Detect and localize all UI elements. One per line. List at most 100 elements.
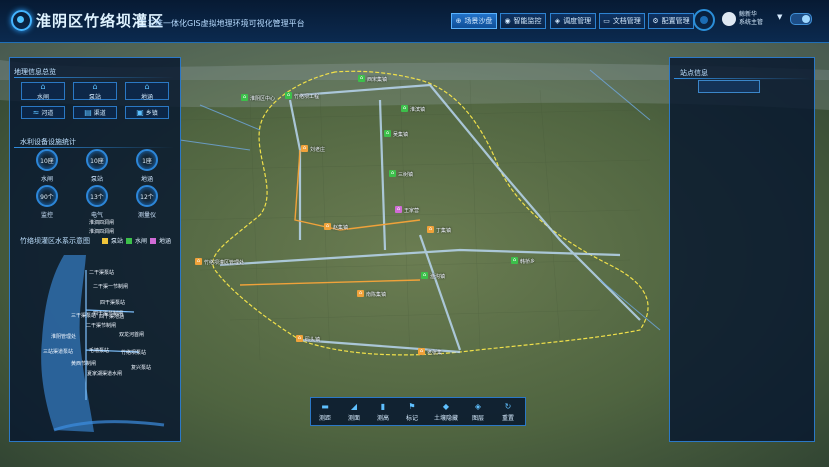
station-info-box — [698, 80, 760, 93]
schematic-station-label[interactable]: 淮泗四洞闸 — [89, 219, 114, 226]
legend-swatch — [126, 237, 133, 244]
legend-swatch — [102, 237, 108, 244]
schematic-station-label[interactable]: 二干渠泵站 — [89, 269, 114, 276]
schematic-diagram — [41, 255, 165, 432]
tool-measure-distance[interactable]: ▬ 测距 — [315, 402, 335, 422]
map-marker-pin[interactable]: ⌂ — [195, 258, 202, 265]
right-panel: 站点信息 — [669, 57, 815, 442]
schematic-station-label[interactable]: 夏家湖渠道水闸 — [87, 370, 122, 377]
schematic-station-label[interactable]: 双龙河首闸 — [119, 331, 144, 338]
map-marker-pin[interactable]: ⌂ — [421, 272, 428, 279]
tool-mark[interactable]: ⚑ 标记 — [402, 402, 422, 422]
eye-icon: ◆ — [442, 402, 450, 411]
schematic-station-label[interactable]: 黄西节制闸 — [71, 360, 96, 367]
tool-soil-hide[interactable]: ◆ 土壤隐藏 — [433, 402, 459, 422]
map-marker-pin[interactable]: ⌂ — [358, 75, 365, 82]
map-marker-pin[interactable]: ⌂ — [511, 257, 518, 264]
theme-toggle[interactable] — [790, 13, 812, 25]
schematic-station-label[interactable]: 三干渠泵站 — [71, 312, 96, 319]
divider — [674, 78, 810, 79]
map-label[interactable]: 竹络坝工程 — [294, 93, 319, 100]
map-marker-pin[interactable]: ⌂ — [296, 335, 303, 342]
app-subtitle: 二三维一体化GIS虚拟地理环境可视化管理平台 — [139, 19, 305, 28]
schedule-icon: ◈ — [554, 17, 561, 25]
schematic-station-label[interactable]: 二干渠节制闸 — [86, 322, 116, 329]
category-culvert[interactable]: ⌂ 地涵 — [125, 82, 169, 101]
map-label[interactable]: 渔沟镇 — [430, 273, 445, 280]
map-label[interactable]: 刘老庄 — [310, 146, 325, 153]
nav-dispatch[interactable]: ◈ 调度管理 — [550, 13, 596, 29]
pump-icon: ⌂ — [92, 81, 98, 91]
tool-layers[interactable]: ◈ 图层 — [468, 402, 488, 422]
map-label[interactable]: 淮阴区中心 — [250, 95, 275, 102]
avatar[interactable] — [722, 12, 736, 26]
compass-icon[interactable] — [693, 9, 715, 31]
map-marker-pin[interactable]: ⌂ — [324, 223, 331, 230]
map-label[interactable]: 老张集 — [427, 349, 442, 356]
nav-documents[interactable]: ▭ 文档管理 — [599, 13, 645, 29]
map-marker-pin[interactable]: ⌂ — [285, 92, 292, 99]
nav-scene-sandbox[interactable]: ⊕ 场景沙盘 — [451, 13, 497, 29]
stat-circle: 10座 — [36, 149, 58, 171]
map-label[interactable]: 吴集镇 — [393, 131, 408, 138]
schematic-station-label[interactable]: 淮泗四洞闸 — [89, 228, 114, 235]
schematic-station-label[interactable]: 淮阴管理处 — [51, 333, 76, 340]
schematic-station-label[interactable]: 四干渠地涵 — [99, 313, 124, 320]
nav-config[interactable]: ⚙ 配置管理 — [648, 13, 694, 29]
station-info-title: 站点信息 — [680, 69, 708, 77]
geo-section-title: 地理信息总览 — [14, 68, 56, 76]
category-town[interactable]: ▣ 乡镇 — [125, 106, 169, 119]
map-marker-pin[interactable]: ⌂ — [395, 206, 402, 213]
map-label[interactable]: 南陈集镇 — [366, 291, 386, 298]
map-label[interactable]: 韩桥乡 — [520, 258, 535, 265]
map-marker-pin[interactable]: ⌂ — [384, 130, 391, 137]
map-label[interactable]: 竹络坝灌区管理处 — [204, 259, 244, 266]
schematic-station-label[interactable]: 毛墙泵站 — [89, 347, 109, 354]
map-label[interactable]: 西宋集镇 — [367, 76, 387, 83]
map-label[interactable]: 淮滨镇 — [410, 106, 425, 113]
gear-icon: ⚙ — [652, 17, 659, 25]
ruler-icon: ▬ — [321, 402, 329, 411]
stat-circle: 12个 — [136, 185, 158, 207]
stat-label: 测量仪 — [137, 212, 156, 219]
map-label[interactable]: 丁集镇 — [436, 227, 451, 234]
schematic-station-label[interactable]: 三站渠道泵站 — [43, 348, 73, 355]
map-marker-pin[interactable]: ⌂ — [401, 105, 408, 112]
tool-reset[interactable]: ↻ 重置 — [498, 402, 518, 422]
map-marker-pin[interactable]: ⌂ — [389, 170, 396, 177]
top-header: 淮阴区竹络坝灌区 二三维一体化GIS虚拟地理环境可视化管理平台 ⊕ 场景沙盘 ◉ 智… — [0, 0, 829, 43]
chevron-down-icon[interactable]: ▼ — [777, 13, 782, 21]
map-label[interactable]: 王家营 — [404, 207, 419, 214]
map-marker-pin[interactable]: ⌂ — [427, 226, 434, 233]
town-icon: ▣ — [136, 108, 144, 117]
user-name: 鲸新华 — [739, 11, 758, 18]
map-marker-pin[interactable]: ⌂ — [241, 94, 248, 101]
height-icon: ▮ — [380, 402, 386, 411]
layers-icon: ◈ — [474, 402, 482, 411]
schematic-station-label[interactable]: 四干渠泵站 — [100, 299, 125, 306]
map-label[interactable]: 赵集镇 — [333, 224, 348, 231]
map-marker-pin[interactable]: ⌂ — [418, 348, 425, 355]
map-marker-pin[interactable]: ⌂ — [357, 290, 364, 297]
map-marker-pin[interactable]: ⌂ — [301, 145, 308, 152]
tool-measure-area[interactable]: ◢ 测面 — [344, 402, 364, 422]
schematic-station-label[interactable]: 竹络坝泵站 — [121, 349, 146, 356]
tool-measure-height[interactable]: ▮ 测高 — [373, 402, 393, 422]
reset-icon: ↻ — [504, 402, 512, 411]
nav-smart-monitor[interactable]: ◉ 智能监控 — [500, 13, 546, 29]
schematic-station-label[interactable]: 二干渠一节制闸 — [93, 283, 128, 290]
category-pump[interactable]: ⌂ 泵站 — [73, 81, 117, 101]
category-canal[interactable]: ▤ 渠道 — [73, 106, 117, 119]
river-icon: ≈ — [32, 108, 40, 117]
legend-swatch — [150, 237, 157, 244]
stat-label: 地涵 — [140, 176, 153, 183]
schematic-station-label[interactable]: 复兴泵站 — [131, 364, 151, 371]
map-label[interactable]: 码头镇 — [305, 336, 320, 343]
user-info[interactable]: 鲸新华 系统主管 — [739, 11, 763, 27]
area-icon: ◢ — [350, 402, 358, 411]
category-river[interactable]: ≈ 河道 — [21, 106, 65, 119]
flag-icon: ⚑ — [408, 402, 416, 411]
map-label[interactable]: 三树镇 — [398, 171, 413, 178]
category-sluice[interactable]: ⌂ 水闸 — [21, 82, 65, 101]
schematic-title: 竹络坝灌区水系示意图 — [20, 237, 90, 245]
